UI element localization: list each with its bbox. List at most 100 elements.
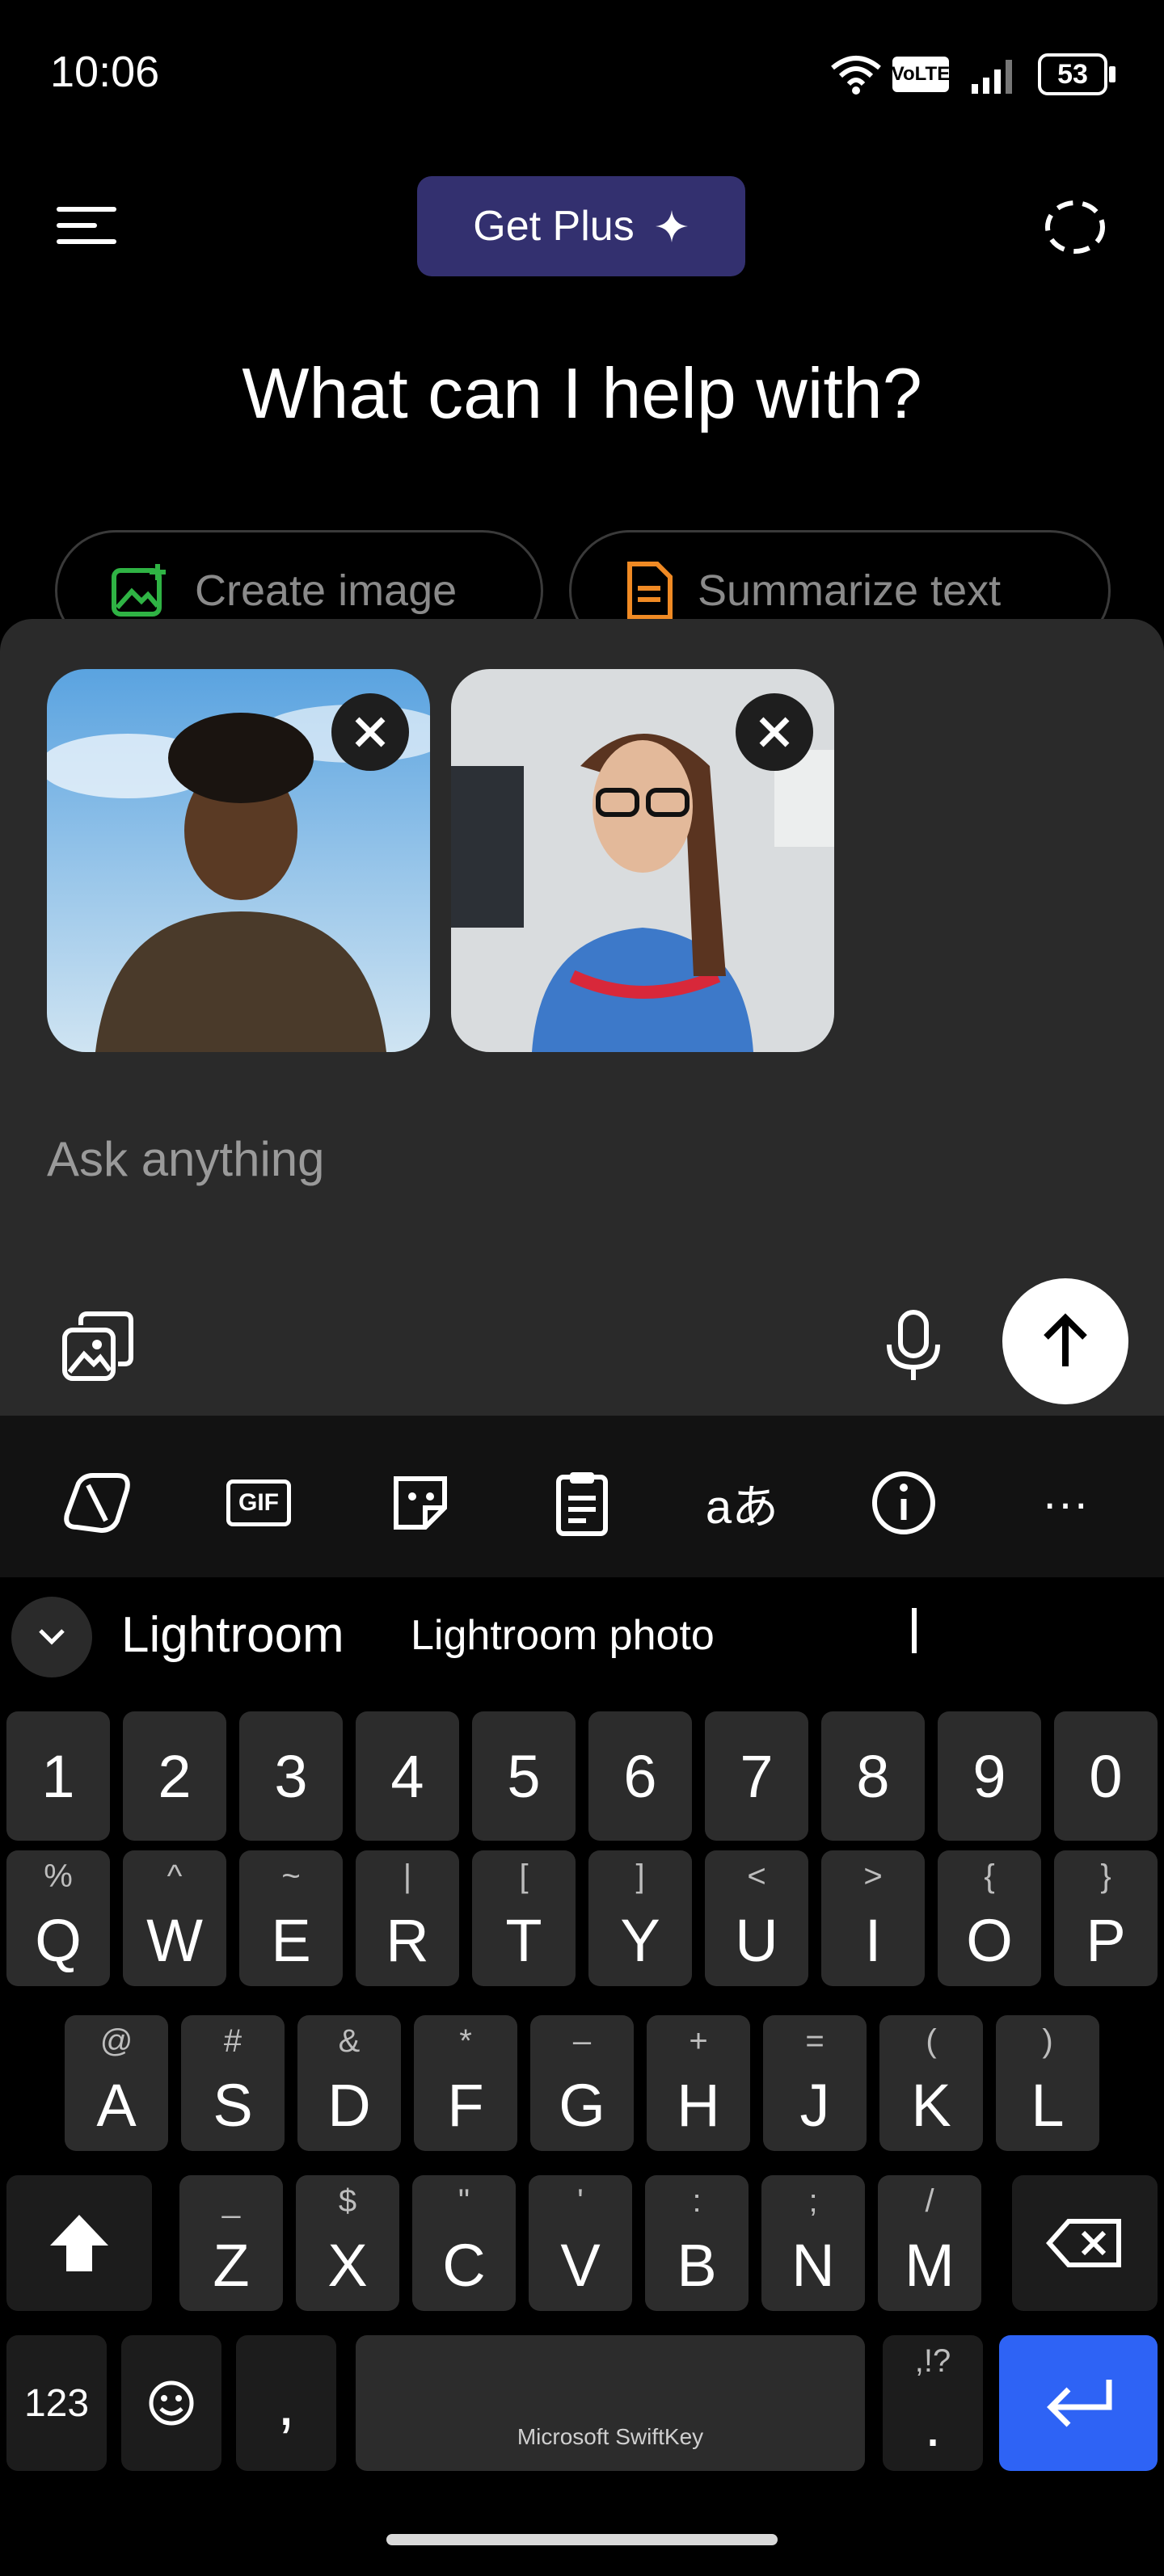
key-label: 3: [274, 1742, 308, 1810]
summarize-text-label: Summarize text: [698, 566, 1002, 615]
volte-badge: VoLTE: [892, 57, 950, 92]
wifi-icon: [831, 56, 881, 95]
temporary-chat-icon[interactable]: [1043, 199, 1107, 255]
key-o[interactable]: {O: [938, 1850, 1041, 1986]
key-label: 9: [972, 1742, 1006, 1810]
key-i[interactable]: > I: [821, 1850, 925, 1986]
key-t[interactable]: [T: [472, 1850, 576, 1986]
key-0[interactable]: 0: [1054, 1711, 1158, 1841]
clipboard-icon[interactable]: [543, 1464, 621, 1542]
key-h[interactable]: + H: [647, 2015, 750, 2151]
key-label: X: [327, 2232, 368, 2299]
remove-attachment-1-button[interactable]: [331, 693, 409, 771]
key-label: 7: [740, 1742, 774, 1810]
key-y[interactable]: ] Y: [588, 1850, 692, 1986]
collapse-keyboard-button[interactable]: [11, 1597, 92, 1677]
key-7[interactable]: 7: [705, 1711, 808, 1841]
key-g[interactable]: – G: [530, 2015, 634, 2151]
key-label: Q: [35, 1907, 82, 1974]
key-secondary-label: ): [1042, 2023, 1053, 2059]
attach-image-icon[interactable]: [61, 1309, 136, 1382]
key-secondary-label: ': [577, 2183, 584, 2219]
key-l[interactable]: ) L: [996, 2015, 1099, 2151]
key-c[interactable]: " C: [412, 2175, 516, 2311]
key-label: N: [791, 2232, 835, 2299]
key-secondary-label: _: [221, 2183, 241, 2219]
emoji-key[interactable]: [121, 2335, 221, 2471]
key-8[interactable]: 8: [821, 1711, 925, 1841]
key-secondary-label: –: [572, 2023, 592, 2059]
key-label: J: [799, 2072, 830, 2139]
key-v[interactable]: ' V: [529, 2175, 632, 2311]
send-button[interactable]: [1002, 1278, 1128, 1404]
key-label: T: [505, 1907, 542, 1974]
gif-icon[interactable]: GIF: [220, 1464, 297, 1542]
period-key[interactable]: ,!? .: [883, 2335, 983, 2471]
key-9[interactable]: 9: [938, 1711, 1041, 1841]
get-plus-button[interactable]: Get Plus: [417, 176, 745, 276]
message-input[interactable]: [47, 1131, 855, 1187]
key-label: F: [447, 2072, 484, 2139]
close-icon: [355, 717, 386, 747]
key-j[interactable]: = J: [763, 2015, 867, 2151]
space-key[interactable]: Microsoft SwiftKey: [356, 2335, 865, 2471]
shift-key[interactable]: [6, 2175, 152, 2311]
key-a[interactable]: @ A: [65, 2015, 168, 2151]
key-r[interactable]: | R: [356, 1850, 459, 1986]
key-f[interactable]: * F: [414, 2015, 517, 2151]
key-label: I: [864, 1907, 882, 1974]
key-label: Z: [213, 2232, 250, 2299]
enter-key[interactable]: [999, 2335, 1158, 2471]
suggestion-cursor: [912, 1608, 917, 1653]
key-label: 0: [1089, 1742, 1123, 1810]
suggestion-1[interactable]: Lightroom: [121, 1606, 344, 1664]
comma-key[interactable]: ,: [236, 2335, 336, 2471]
key-b[interactable]: :B: [645, 2175, 749, 2311]
key-label: K: [911, 2072, 951, 2139]
home-indicator: [386, 2534, 778, 2545]
key-e[interactable]: ~ E: [239, 1850, 343, 1986]
key-3[interactable]: 3: [239, 1711, 343, 1841]
translate-icon[interactable]: aあ: [703, 1464, 781, 1542]
key-d[interactable]: & D: [297, 2015, 401, 2151]
key-x[interactable]: $ X: [296, 2175, 399, 2311]
copilot-icon[interactable]: [58, 1464, 136, 1542]
key-s[interactable]: # S: [181, 2015, 285, 2151]
key-z[interactable]: _ Z: [179, 2175, 283, 2311]
key-2[interactable]: 2: [123, 1711, 226, 1841]
numbers-key[interactable]: 123: [6, 2335, 107, 2471]
battery-icon: 53: [1038, 53, 1107, 95]
key-u[interactable]: < U: [705, 1850, 808, 1986]
info-icon[interactable]: [865, 1464, 943, 1542]
key-label: U: [735, 1907, 778, 1974]
key-1[interactable]: 1: [6, 1711, 110, 1841]
key-label: R: [386, 1907, 429, 1974]
backspace-key[interactable]: [1012, 2175, 1158, 2311]
key-secondary-label: /: [925, 2183, 934, 2219]
menu-icon[interactable]: [57, 207, 116, 247]
sparkle-icon: [655, 210, 688, 242]
sticker-icon[interactable]: [382, 1464, 459, 1542]
microphone-icon[interactable]: [883, 1309, 944, 1383]
key-n[interactable]: ; N: [761, 2175, 865, 2311]
key-m[interactable]: / M: [878, 2175, 981, 2311]
key-label: 2: [158, 1742, 192, 1810]
key-label: M: [905, 2232, 955, 2299]
suggestion-2[interactable]: Lightroom photo: [411, 1611, 715, 1660]
key-6[interactable]: 6: [588, 1711, 692, 1841]
remove-attachment-2-button[interactable]: [736, 693, 813, 771]
key-label: 6: [623, 1742, 657, 1810]
more-icon[interactable]: ···: [1027, 1464, 1104, 1542]
key-k[interactable]: (K: [879, 2015, 983, 2151]
key-5[interactable]: 5: [472, 1711, 576, 1841]
key-p[interactable]: } P: [1054, 1850, 1158, 1986]
key-w[interactable]: ^ W: [123, 1850, 226, 1986]
key-4[interactable]: 4: [356, 1711, 459, 1841]
key-secondary-label: ~: [281, 1858, 301, 1894]
key-secondary-label: [: [519, 1858, 529, 1894]
get-plus-label: Get Plus: [473, 203, 635, 250]
page-title: What can I help with?: [242, 353, 922, 433]
key-q[interactable]: % Q: [6, 1850, 110, 1986]
key-secondary-label: =: [805, 2023, 824, 2059]
key-secondary-label: #: [223, 2023, 242, 2059]
